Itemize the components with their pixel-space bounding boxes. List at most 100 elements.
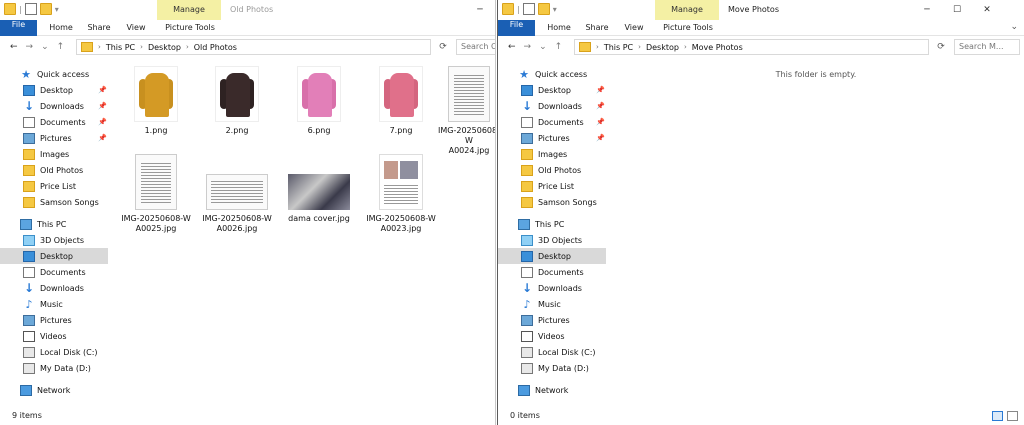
nav-music[interactable]: ♪ Music [0, 296, 108, 312]
nav-images[interactable]: Images [0, 146, 108, 162]
nav-documents[interactable]: Documents [498, 264, 606, 280]
nav-desktop[interactable]: Desktop [0, 248, 108, 264]
nav-downloads-pinned[interactable]: ↓ Downloads 📌 [0, 98, 108, 114]
minimize-button[interactable]: ─ [912, 0, 942, 20]
nav-desktop[interactable]: Desktop [498, 248, 606, 264]
forward-arrow-icon[interactable]: → [26, 42, 34, 52]
nav-pictures[interactable]: Pictures [498, 312, 606, 328]
breadcrumb-desktop[interactable]: Desktop [148, 43, 181, 52]
recent-locations-icon[interactable]: ⌄ [41, 42, 49, 52]
tab-view[interactable]: View [618, 20, 650, 36]
breadcrumb-separator[interactable]: › [684, 43, 687, 51]
file-item-wa0025[interactable]: IMG-20250608-W A0025.jpg [116, 154, 196, 234]
file-item-wa0024[interactable]: IMG-20250608-W A0024.jpg [438, 66, 495, 156]
up-arrow-icon[interactable]: ↑ [555, 42, 563, 52]
nav-samson-songs[interactable]: Samson Songs [498, 194, 606, 210]
file-item-wa0026[interactable]: IMG-20250608-W A0026.jpg [197, 154, 277, 234]
title-bar[interactable]: | ▾ Manage Old Photos ─ [0, 0, 495, 20]
nav-documents[interactable]: Documents [0, 264, 108, 280]
manage-context-tab[interactable]: Manage [655, 0, 719, 20]
tab-home[interactable]: Home [44, 20, 78, 36]
tab-picture-tools[interactable]: Picture Tools [658, 20, 718, 36]
nav-3d-objects[interactable]: 3D Objects [0, 232, 108, 248]
search-input[interactable]: Search M... [954, 39, 1020, 55]
nav-old-photos[interactable]: Old Photos [0, 162, 108, 178]
tab-home[interactable]: Home [542, 20, 576, 36]
recent-locations-icon[interactable]: ⌄ [539, 42, 547, 52]
nav-local-disk-c[interactable]: Local Disk (C:) [0, 344, 108, 360]
nav-documents-pinned[interactable]: Documents 📌 [0, 114, 108, 130]
minimize-button[interactable]: ─ [465, 0, 495, 20]
nav-price-list[interactable]: Price List [498, 178, 606, 194]
nav-samson-songs[interactable]: Samson Songs [0, 194, 108, 210]
refresh-icon[interactable]: ⟳ [934, 40, 948, 54]
customize-toolbar-icon[interactable]: ▾ [553, 5, 557, 14]
manage-context-tab[interactable]: Manage [157, 0, 221, 20]
customize-toolbar-icon[interactable]: ▾ [55, 5, 59, 14]
file-item-dama-cover[interactable]: dama cover.jpg [279, 154, 359, 224]
breadcrumb-separator[interactable]: › [638, 43, 641, 51]
tab-file[interactable]: File [498, 20, 535, 36]
nav-pictures-pinned[interactable]: Pictures 📌 [498, 130, 606, 146]
nav-desktop-pinned[interactable]: Desktop 📌 [0, 82, 108, 98]
large-icons-view-icon[interactable] [1007, 411, 1018, 421]
nav-quick-access[interactable]: ★ Quick access [0, 66, 108, 82]
nav-network[interactable]: Network [498, 382, 606, 398]
nav-music[interactable]: ♪ Music [498, 296, 606, 312]
nav-price-list[interactable]: Price List [0, 178, 108, 194]
nav-images[interactable]: Images [498, 146, 606, 162]
nav-downloads[interactable]: ↓ Downloads [0, 280, 108, 296]
nav-old-photos[interactable]: Old Photos [498, 162, 606, 178]
tab-share[interactable]: Share [580, 20, 614, 36]
nav-network[interactable]: Network [0, 382, 108, 398]
nav-downloads[interactable]: ↓ Downloads [498, 280, 606, 296]
nav-downloads-pinned[interactable]: ↓ Downloads 📌 [498, 98, 606, 114]
nav-videos[interactable]: Videos [0, 328, 108, 344]
nav-my-data-d[interactable]: My Data (D:) [0, 360, 108, 376]
search-input[interactable]: Search Ol... [456, 39, 495, 55]
file-item-7-png[interactable]: 7.png [361, 66, 441, 136]
nav-local-disk-c[interactable]: Local Disk (C:) [498, 344, 606, 360]
refresh-icon[interactable]: ⟳ [436, 40, 450, 54]
tab-view[interactable]: View [120, 20, 152, 36]
breadcrumb-separator[interactable]: › [596, 43, 599, 51]
back-arrow-icon[interactable]: ← [508, 42, 516, 52]
breadcrumb-separator[interactable]: › [98, 43, 101, 51]
breadcrumb-separator[interactable]: › [140, 43, 143, 51]
file-item-1-png[interactable]: 1.png [116, 66, 196, 136]
breadcrumb-this-pc[interactable]: This PC [604, 43, 633, 52]
back-arrow-icon[interactable]: ← [10, 42, 18, 52]
maximize-button[interactable]: ☐ [942, 0, 972, 20]
file-item-6-png[interactable]: 6.png [279, 66, 359, 136]
nav-desktop-pinned[interactable]: Desktop 📌 [498, 82, 606, 98]
nav-quick-access[interactable]: ★ Quick access [498, 66, 606, 82]
address-bar[interactable]: › This PC › Desktop › Old Photos [76, 39, 431, 55]
close-button[interactable]: ✕ [972, 0, 1002, 20]
tab-share[interactable]: Share [82, 20, 116, 36]
file-item-wa0023[interactable]: IMG-20250608-W A0023.jpg [361, 154, 441, 234]
forward-arrow-icon[interactable]: → [524, 42, 532, 52]
nav-pictures-pinned[interactable]: Pictures 📌 [0, 130, 108, 146]
properties-icon[interactable] [24, 3, 37, 15]
nav-videos[interactable]: Videos [498, 328, 606, 344]
address-bar[interactable]: › This PC › Desktop › Move Photos [574, 39, 929, 55]
nav-this-pc[interactable]: This PC [0, 216, 108, 232]
breadcrumb-this-pc[interactable]: This PC [106, 43, 135, 52]
nav-3d-objects[interactable]: 3D Objects [498, 232, 606, 248]
up-arrow-icon[interactable]: ↑ [57, 42, 65, 52]
nav-documents-pinned[interactable]: Documents 📌 [498, 114, 606, 130]
expand-ribbon-icon[interactable]: ⌄ [1010, 22, 1018, 32]
tab-picture-tools[interactable]: Picture Tools [160, 20, 220, 36]
file-item-2-png[interactable]: 2.png [197, 66, 277, 136]
nav-pictures[interactable]: Pictures [0, 312, 108, 328]
new-folder-icon[interactable] [39, 3, 52, 15]
breadcrumb-desktop[interactable]: Desktop [646, 43, 679, 52]
properties-icon[interactable] [522, 3, 535, 15]
details-view-icon[interactable] [992, 411, 1003, 421]
nav-my-data-d[interactable]: My Data (D:) [498, 360, 606, 376]
nav-this-pc[interactable]: This PC [498, 216, 606, 232]
title-bar[interactable]: | ▾ Manage Move Photos ─ ☐ ✕ [498, 0, 1024, 20]
new-folder-icon[interactable] [537, 3, 550, 15]
breadcrumb-old-photos[interactable]: Old Photos [194, 43, 237, 52]
tab-file[interactable]: File [0, 20, 37, 36]
